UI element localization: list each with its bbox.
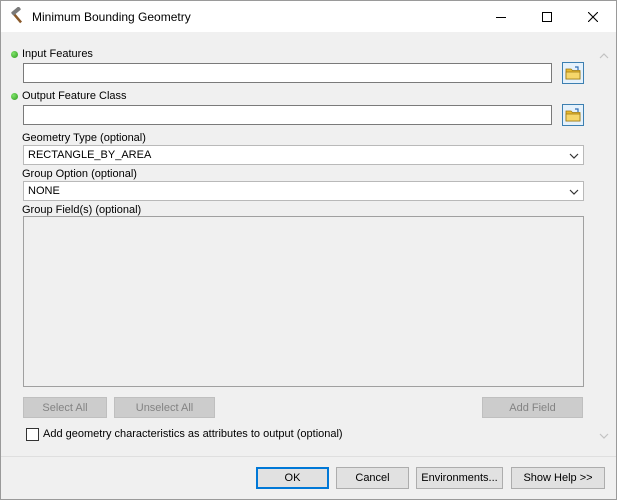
hammer-icon: [9, 6, 27, 25]
cancel-button[interactable]: Cancel: [336, 467, 409, 489]
group-option-value: NONE: [28, 185, 60, 197]
chevron-down-icon: [569, 189, 579, 195]
required-dot-icon: [11, 51, 18, 58]
output-feature-class-field[interactable]: [23, 105, 552, 125]
vertical-scrollbar[interactable]: [595, 32, 612, 456]
group-option-label: Group Option (optional): [22, 168, 137, 180]
group-option-dropdown[interactable]: NONE: [23, 181, 584, 201]
minimize-button[interactable]: [478, 1, 524, 32]
folder-icon: [565, 108, 581, 122]
geometry-type-dropdown[interactable]: RECTANGLE_BY_AREA: [23, 145, 584, 165]
ok-button[interactable]: OK: [256, 467, 329, 489]
output-feature-class-browse-button[interactable]: [562, 104, 584, 126]
environments-button[interactable]: Environments...: [416, 467, 503, 489]
add-geometry-checkbox[interactable]: [26, 428, 39, 441]
close-icon: [588, 11, 598, 22]
minimize-icon: [496, 16, 506, 18]
folder-icon: [565, 66, 581, 80]
chevron-up-icon: [599, 52, 608, 58]
show-help-button[interactable]: Show Help >>: [511, 467, 605, 489]
tool-dialog: Minimum Bounding Geometry Input Features: [0, 0, 617, 500]
maximize-button[interactable]: [524, 1, 570, 32]
unselect-all-button[interactable]: Unselect All: [114, 397, 215, 418]
required-dot-icon: [11, 93, 18, 100]
input-features-browse-button[interactable]: [562, 62, 584, 84]
title-bar: Minimum Bounding Geometry: [1, 1, 616, 32]
scroll-down-button[interactable]: [595, 427, 612, 444]
geometry-type-label: Geometry Type (optional): [22, 132, 146, 144]
add-field-button[interactable]: Add Field: [482, 397, 583, 418]
parameters-panel: Input Features Output Feature Class Geom…: [1, 32, 616, 456]
scroll-up-button[interactable]: [595, 47, 612, 64]
group-fields-list[interactable]: [23, 216, 584, 387]
input-features-label: Input Features: [22, 48, 93, 60]
input-features-field[interactable]: [23, 63, 552, 83]
add-geometry-label: Add geometry characteristics as attribut…: [43, 428, 343, 440]
chevron-down-icon: [599, 433, 608, 439]
maximize-icon: [542, 11, 552, 22]
dialog-footer: OK Cancel Environments... Show Help >>: [1, 456, 616, 499]
close-button[interactable]: [570, 1, 616, 32]
select-all-button[interactable]: Select All: [23, 397, 107, 418]
window-title: Minimum Bounding Geometry: [32, 10, 191, 24]
geometry-type-value: RECTANGLE_BY_AREA: [28, 149, 152, 161]
output-feature-class-label: Output Feature Class: [22, 90, 127, 102]
chevron-down-icon: [569, 153, 579, 159]
group-fields-label: Group Field(s) (optional): [22, 204, 142, 216]
